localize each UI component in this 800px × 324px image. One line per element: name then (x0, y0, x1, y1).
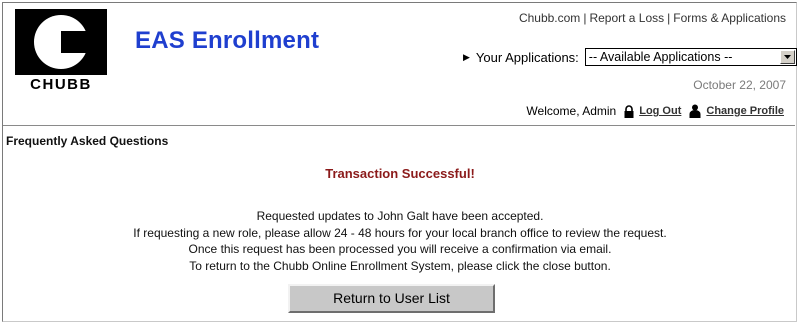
top-links: Chubb.com | Report a Loss | Forms & Applicat… (519, 11, 786, 25)
applications-label: Your Applications: (475, 49, 579, 65)
change-profile-link[interactable]: Change Profile (706, 105, 784, 117)
return-to-user-list-button[interactable]: Return to User List (288, 284, 495, 313)
faq-heading[interactable]: Frequently Asked Questions (6, 134, 168, 148)
welcome-text: Welcome, Admin (526, 104, 617, 118)
header-divider (3, 125, 795, 126)
report-loss-link[interactable]: Report a Loss (589, 11, 664, 25)
app-title: EAS Enrollment (135, 27, 320, 54)
current-date: October 22, 2007 (693, 78, 786, 92)
message-line: If requesting a new role, please allow 2… (133, 225, 667, 240)
forms-applications-link[interactable]: Forms & Applications (673, 11, 786, 25)
arrow-right-icon: ▶ (463, 51, 470, 62)
welcome-row: Welcome, Admin Log Out Change Profile (526, 101, 784, 121)
link-separator: | (583, 11, 587, 25)
chubb-com-link[interactable]: Chubb.com (519, 11, 580, 25)
lock-icon (624, 104, 634, 118)
message-line: To return to the Chubb Online Enrollment… (189, 258, 611, 273)
message-line: Once this request has been processed you… (188, 242, 612, 256)
status-message: Transaction Successful! (325, 166, 475, 181)
applications-select[interactable]: -- Available Applications -- (584, 48, 797, 66)
message-line: Requested updates to John Galt have been… (256, 209, 544, 223)
logout-link[interactable]: Log Out (639, 105, 681, 117)
user-icon (689, 104, 701, 118)
link-separator: | (667, 11, 671, 25)
logo-text: CHUBB (30, 76, 92, 93)
chubb-logo: CHUBB (13, 9, 109, 93)
confirmation-message: Requested updates to John Galt have been… (0, 208, 800, 274)
chubb-logo-mark (15, 9, 107, 75)
applications-select-value: -- Available Applications -- (588, 50, 733, 64)
applications-row: ▶ Your Applications: -- Available Applic… (463, 47, 797, 67)
chevron-down-icon[interactable] (779, 50, 795, 64)
